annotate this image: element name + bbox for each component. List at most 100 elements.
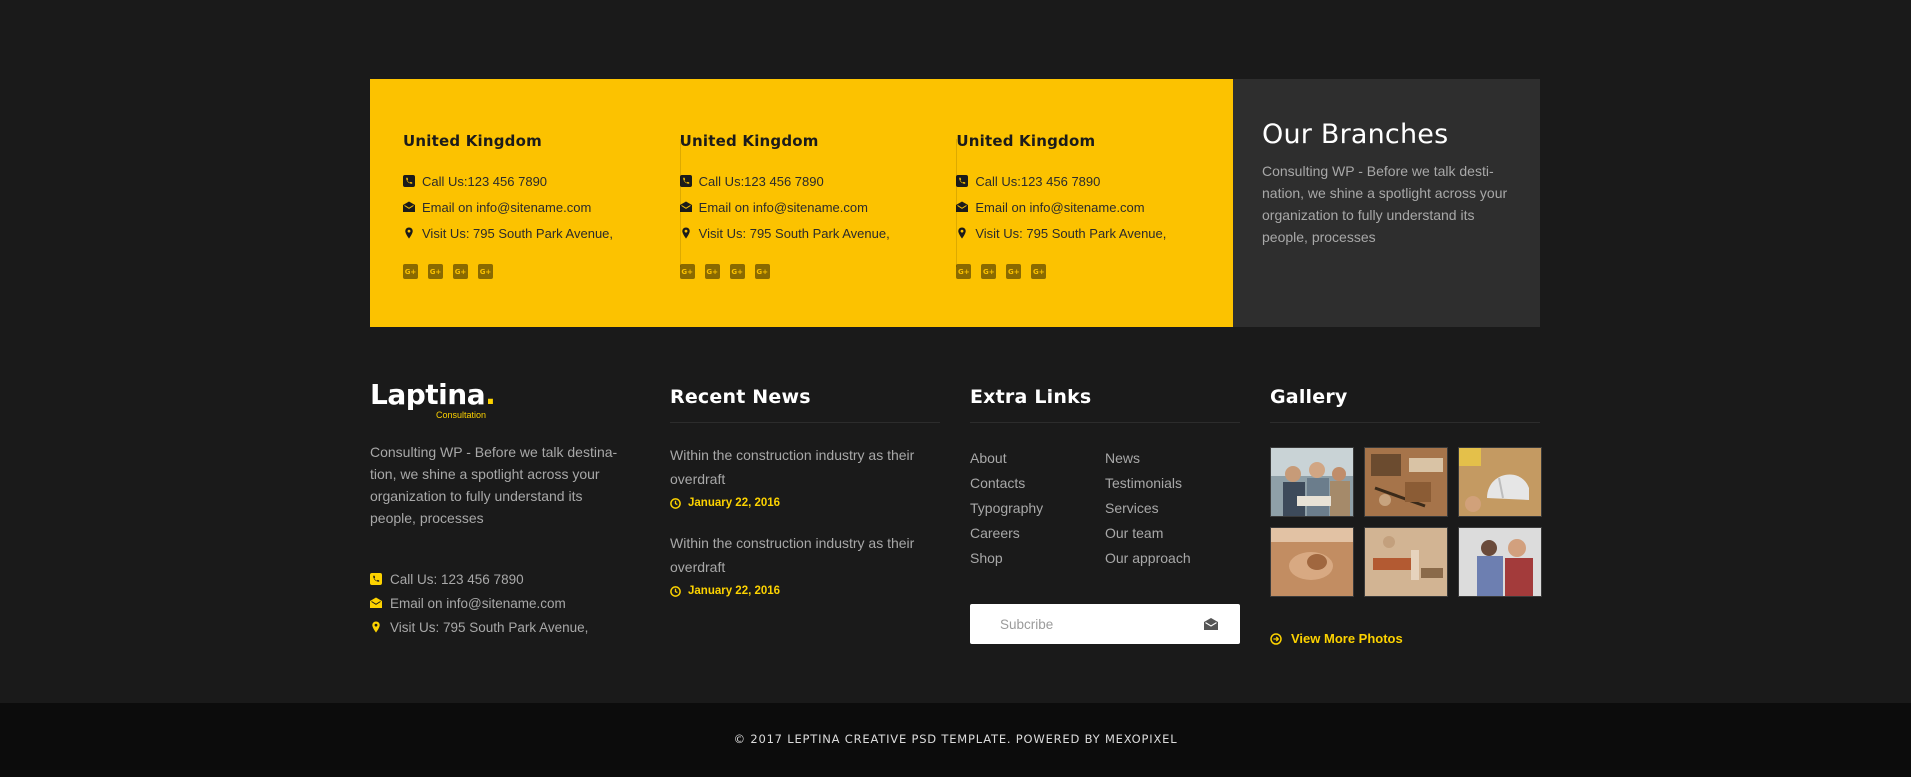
clock-icon — [670, 497, 681, 509]
link-our-approach[interactable]: Our approach — [1105, 546, 1240, 571]
map-marker-icon — [956, 227, 968, 239]
branch-address-text: Visit Us: 795 South Park Avenue, — [422, 225, 614, 241]
about-contacts: Call Us: 123 456 7890 Email on info@site… — [370, 567, 630, 639]
copyright-text: © 2017 LEPTINA CREATIVE PSD TEMPLATE. PO… — [733, 732, 1178, 746]
envelope-icon — [370, 597, 382, 609]
branch-email-text: Email on info@sitename.com — [422, 199, 592, 215]
branch-email: Email on info@sitename.com — [956, 194, 1233, 220]
branch-social: G+ G+ G+ G+ — [956, 264, 1233, 279]
logo-wordmark: Laptina. — [370, 378, 500, 412]
view-more-photos-link[interactable]: View More Photos — [1270, 631, 1540, 646]
our-branches-description: Consulting WP - Before we talk desti-nat… — [1262, 163, 1508, 245]
link-contacts[interactable]: Contacts — [970, 471, 1105, 496]
branch-title: United Kingdom — [956, 132, 1096, 150]
google-plus-icon[interactable]: G+ — [1006, 264, 1022, 279]
link-news[interactable]: News — [1105, 446, 1240, 471]
google-plus-icon[interactable]: G+ — [428, 264, 443, 279]
gallery-photo-desk[interactable] — [1364, 447, 1448, 517]
divider — [1270, 422, 1540, 423]
recent-news-title: Recent News — [670, 386, 811, 408]
phone-icon — [679, 175, 692, 187]
google-plus-icon[interactable]: G+ — [981, 264, 997, 279]
google-plus-icon[interactable]: G+ — [403, 264, 418, 279]
news-item-title[interactable]: Within the construction industry as thei… — [670, 531, 932, 579]
google-plus-icon[interactable]: G+ — [453, 264, 468, 279]
news-item-title[interactable]: Within the construction industry as thei… — [670, 443, 932, 491]
branch-title: United Kingdom — [679, 132, 819, 150]
google-plus-icon[interactable]: G+ — [704, 264, 720, 279]
about-phone: Call Us: 123 456 7890 — [370, 567, 630, 591]
link-testimonials[interactable]: Testimonials — [1105, 471, 1240, 496]
gallery-grid — [1270, 447, 1542, 597]
link-about[interactable]: About — [970, 446, 1105, 471]
extra-links-title: Extra Links — [970, 386, 1092, 408]
branch-phone: Call Us:123 456 7890 — [679, 168, 957, 194]
envelope-icon — [956, 201, 969, 213]
envelope-icon — [403, 201, 415, 213]
google-plus-icon[interactable]: G+ — [478, 264, 493, 279]
google-plus-icon[interactable]: G+ — [729, 264, 745, 279]
envelope-icon[interactable] — [1204, 618, 1218, 630]
branch-social: G+ G+ G+ G+ — [403, 264, 680, 279]
about-phone-text: Call Us: 123 456 7890 — [390, 571, 524, 587]
logo-text: Laptina — [370, 378, 486, 411]
link-services[interactable]: Services — [1105, 496, 1240, 521]
phone-icon — [403, 175, 415, 187]
branch-card: United Kingdom Call Us:123 456 7890 Emai… — [403, 79, 680, 327]
branch-social: G+ G+ G+ G+ — [679, 264, 957, 279]
gallery-column: Gallery View More Photos — [1270, 378, 1542, 646]
branch-address-text: Visit Us: 795 South Park Avenue, — [975, 225, 1167, 241]
gallery-photo-helmet[interactable] — [1458, 447, 1542, 517]
logo[interactable]: Laptina. Consultation — [370, 378, 500, 420]
phone-icon — [370, 573, 382, 585]
news-item-date: January 22, 2016 — [670, 583, 940, 599]
about-address: Visit Us: 795 South Park Avenue, — [370, 615, 630, 639]
news-item-date-text: January 22, 2016 — [688, 497, 781, 509]
branches-section: United Kingdom Call Us:123 456 7890 Emai… — [370, 79, 1540, 327]
link-our-team[interactable]: Our team — [1105, 521, 1240, 546]
google-plus-icon[interactable]: G+ — [754, 264, 770, 279]
gallery-photo-team[interactable] — [1270, 447, 1354, 517]
news-item: Within the construction industry as thei… — [670, 531, 940, 599]
gallery-photo-craft[interactable] — [1270, 527, 1354, 597]
about-text: Consulting WP - Before we talk destina-t… — [370, 444, 618, 526]
map-marker-icon — [403, 227, 415, 239]
branch-phone-text: Call Us:123 456 7890 — [422, 173, 548, 189]
branch-address: Visit Us: 795 South Park Avenue, — [680, 220, 957, 246]
branch-divider — [679, 139, 681, 267]
branch-address: Visit Us: 795 South Park Avenue, — [956, 220, 1233, 246]
about-email-text: Email on info@sitename.com — [390, 595, 566, 611]
google-plus-icon[interactable]: G+ — [1031, 264, 1047, 279]
logo-tagline: Consultation — [436, 410, 487, 420]
divider — [970, 422, 1240, 423]
news-item-date-text: January 22, 2016 — [688, 585, 781, 597]
gallery-photo-people[interactable] — [1458, 527, 1542, 597]
map-marker-icon — [680, 227, 692, 239]
divider — [670, 422, 940, 423]
about-address-text: Visit Us: 795 South Park Avenue, — [390, 619, 589, 635]
branch-card: United Kingdom Call Us:123 456 7890 Emai… — [679, 79, 957, 327]
branch-phone-text: Call Us:123 456 7890 — [698, 173, 824, 189]
extra-links-list: About News Contacts Testimonials Typogra… — [970, 446, 1240, 571]
branch-title: United Kingdom — [403, 132, 542, 150]
about-column: Laptina. Consultation Consulting WP - Be… — [370, 378, 630, 639]
link-typography[interactable]: Typography — [970, 496, 1105, 521]
branch-phone: Call Us:123 456 7890 — [403, 168, 680, 194]
branch-phone-text: Call Us:123 456 7890 — [975, 173, 1101, 189]
link-careers[interactable]: Careers — [970, 521, 1105, 546]
footer-columns: Laptina. Consultation Consulting WP - Be… — [370, 378, 1542, 678]
subscribe-input[interactable] — [1000, 616, 1180, 632]
news-item-date: January 22, 2016 — [670, 495, 940, 511]
our-branches-panel: Our Branches Consulting WP - Before we t… — [1233, 79, 1540, 327]
news-item: Within the construction industry as thei… — [670, 443, 940, 511]
about-email: Email on info@sitename.com — [370, 591, 630, 615]
branch-email-text: Email on info@sitename.com — [975, 199, 1145, 215]
view-more-photos-label: View More Photos — [1291, 631, 1403, 646]
link-shop[interactable]: Shop — [970, 546, 1105, 571]
google-plus-icon[interactable]: G+ — [956, 264, 972, 279]
gallery-photo-tools[interactable] — [1364, 527, 1448, 597]
google-plus-icon[interactable]: G+ — [679, 264, 695, 279]
branch-email: Email on info@sitename.com — [679, 194, 957, 220]
branch-divider — [956, 139, 958, 267]
arrow-circle-right-icon — [1270, 632, 1282, 645]
